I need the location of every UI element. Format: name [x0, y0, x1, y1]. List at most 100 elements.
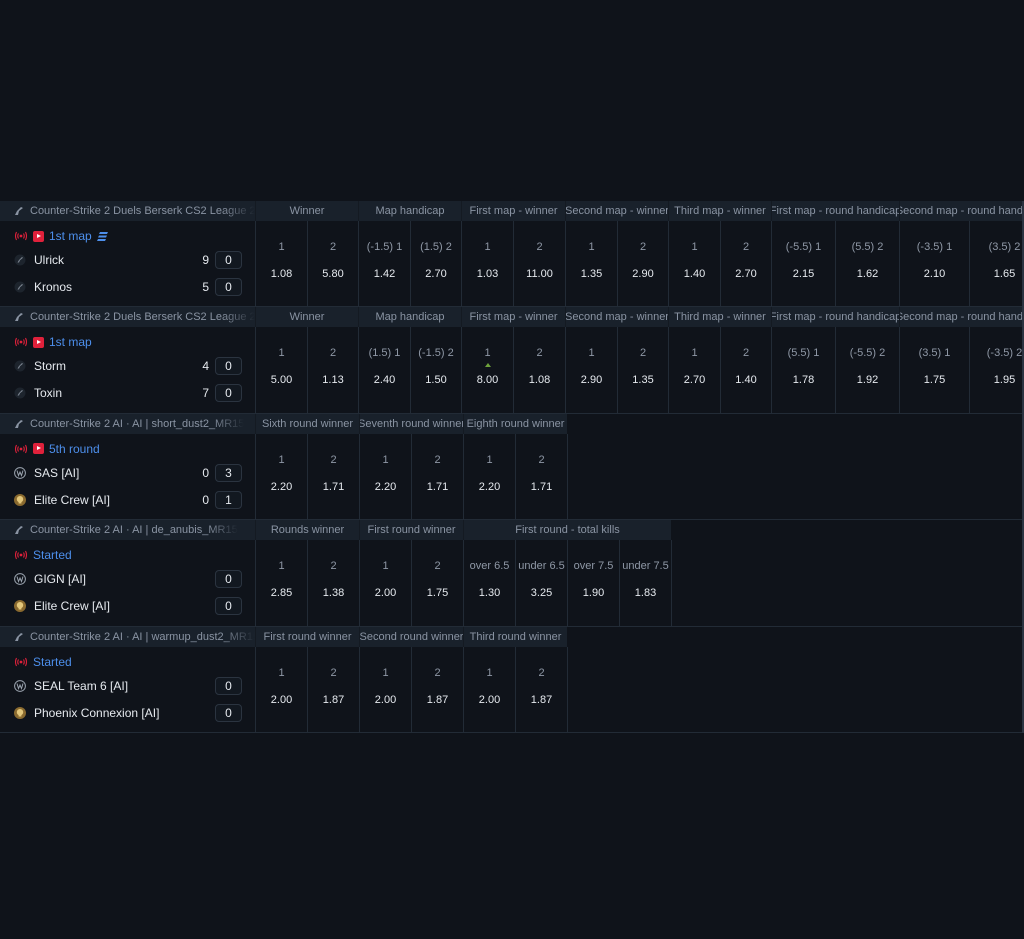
odds-cell[interactable]: 2 1.87	[411, 646, 463, 733]
market-group: Map handicap (1.5) 1 2.40 (-1.5) 2 1.50	[358, 307, 461, 414]
league-header[interactable]: Counter-Strike 2 AI · AI | de_anubis_MR1…	[0, 520, 255, 541]
odds-value: 2.00	[374, 693, 397, 706]
odds-value: 2.00	[270, 693, 293, 706]
odds-cell[interactable]: 1 2.85	[255, 540, 307, 627]
match-status: Started	[14, 655, 72, 669]
odds-value: 1.78	[792, 374, 815, 387]
odds-cell[interactable]: under 6.5 3.25	[515, 540, 567, 627]
market-group: First map - round handicap (-5.5) 1 2.15 (5…	[771, 201, 899, 307]
odds-value: 1.95	[993, 374, 1016, 387]
odds-cell[interactable]: 1 2.00	[359, 540, 411, 627]
odds-cell[interactable]: (3.5) 2 1.65	[969, 221, 1022, 307]
odds-cell[interactable]: 1 2.90	[565, 327, 617, 414]
odds-cell[interactable]: 2 2.70	[720, 221, 771, 307]
odds-cell[interactable]: (5.5) 2 1.62	[835, 221, 899, 307]
odds-cell[interactable]: 1 2.20	[463, 433, 515, 520]
match-info[interactable]: 1st map Ulrick 9 0 Kronos 5 0	[0, 221, 255, 307]
odds-cell[interactable]: (-1.5) 2 1.50	[410, 327, 461, 414]
odds-cell[interactable]: (-3.5) 1 2.10	[899, 221, 969, 307]
team-name: Elite Crew [AI]	[34, 599, 111, 614]
cs2-game-icon	[15, 419, 23, 428]
odds-cell[interactable]: 2 1.40	[720, 327, 771, 414]
match-info[interactable]: Started SEAL Team 6 [AI] 0 Phoenix Connexio…	[0, 647, 255, 733]
odds-cell[interactable]: 1 1.08	[255, 221, 307, 307]
cs2-game-icon	[15, 526, 23, 535]
odds-cell[interactable]: (-5.5) 1 2.15	[771, 221, 835, 307]
odds-cell[interactable]: 2 1.38	[307, 540, 359, 627]
odds-cell[interactable]: over 6.5 1.30	[463, 540, 515, 627]
odds-cell[interactable]: 2 1.71	[515, 433, 567, 520]
skull-logo-icon	[14, 706, 26, 719]
odds-cell[interactable]: (-5.5) 2 1.92	[835, 327, 899, 414]
league-header[interactable]: Counter-Strike 2 Duels Berserk CS2 Leagu…	[0, 201, 255, 221]
odds-cell[interactable]: 2 1.75	[411, 540, 463, 627]
team-row: Elite Crew [AI] 0	[14, 597, 242, 616]
odds-cell[interactable]: (1.5) 2 2.70	[410, 221, 461, 307]
odds-label: 2	[329, 241, 337, 253]
odds-cell[interactable]: 1 2.70	[668, 327, 720, 414]
market-title: Winner	[255, 201, 358, 221]
odds-cell[interactable]: 2 1.71	[411, 433, 463, 520]
team-row: Kronos 5 0	[14, 278, 242, 296]
cs2-game-icon	[15, 313, 23, 322]
odds-label: 2	[434, 453, 441, 466]
team-name: Phoenix Connexion [AI]	[34, 705, 160, 720]
odds-cell[interactable]: 2 1.35	[617, 327, 668, 414]
match-info[interactable]: Started GIGN [AI] 0 Elite Crew [AI] 0	[0, 540, 255, 626]
odds-cell[interactable]: 1 2.20	[359, 433, 411, 520]
odds-value: 1.83	[634, 587, 657, 600]
odds-cell[interactable]: 2 1.13	[307, 327, 358, 414]
odds-cell[interactable]: 1 8.00	[461, 327, 513, 414]
odds-cell[interactable]: 1 1.35	[565, 221, 617, 307]
market-title: Second map - round handicap	[899, 307, 1022, 328]
odds-cell[interactable]: 1 1.03	[461, 221, 513, 307]
odds-cell[interactable]: (5.5) 1 1.78	[771, 327, 835, 414]
team-name: Ulrick	[34, 253, 64, 267]
team-map-score: 5	[202, 280, 209, 294]
odds-value: 2.20	[270, 480, 293, 493]
match-info[interactable]: 1st map Storm 4 0 Toxin 7 0	[0, 327, 255, 413]
odds-cell[interactable]: 1 2.00	[359, 646, 411, 733]
video-play-icon[interactable]	[33, 230, 44, 242]
video-play-icon[interactable]	[33, 443, 44, 455]
odds-cell[interactable]: 1 2.20	[255, 433, 307, 520]
odds-label: 2	[434, 666, 441, 679]
team-name: Toxin	[34, 386, 63, 401]
odds-value: 2.40	[373, 374, 396, 387]
odds-cell[interactable]: 2 11.00	[513, 221, 565, 307]
league-header[interactable]: Counter-Strike 2 AI · AI | warmup_dust2_…	[0, 626, 255, 647]
odds-value: 2.70	[735, 268, 757, 280]
odds-grid-end	[567, 646, 568, 733]
wolf-logo-icon	[14, 573, 26, 586]
market-title: Winner	[255, 307, 358, 328]
odds-cell[interactable]: 2 2.90	[617, 221, 668, 307]
odds-cell[interactable]: over 7.5 1.90	[567, 540, 619, 627]
stream-icon[interactable]	[96, 231, 109, 242]
odds-cell[interactable]: (3.5) 1 1.75	[899, 327, 969, 414]
odds-cell[interactable]: under 7.5 1.83	[619, 540, 671, 627]
odds-cell[interactable]: 2 1.71	[307, 433, 359, 520]
video-play-icon[interactable]	[33, 336, 44, 348]
team-map-score: 9	[202, 253, 209, 267]
odds-label: 2	[538, 453, 545, 466]
odds-cell[interactable]: 2 1.87	[307, 646, 359, 733]
odds-cell[interactable]: 2 5.80	[307, 221, 358, 307]
team-map-score: 0	[202, 465, 209, 480]
odds-label: 2	[330, 560, 337, 573]
odds-cell[interactable]: 1 2.00	[463, 646, 515, 733]
match-info[interactable]: 5th round SAS [AI] 0 3 Elite Crew [AI] 0 1	[0, 434, 255, 520]
team-row: SAS [AI] 0 3	[14, 463, 242, 482]
league-header[interactable]: Counter-Strike 2 AI · AI | short_dust2_M…	[0, 413, 255, 434]
odds-label: 2	[538, 666, 545, 679]
odds-cell[interactable]: 1 2.00	[255, 646, 307, 733]
odds-cell[interactable]: 1 5.00	[255, 327, 307, 414]
odds-value: 1.71	[322, 480, 345, 493]
odds-cell[interactable]: 2 1.08	[513, 327, 565, 414]
odds-cell[interactable]: (1.5) 1 2.40	[358, 327, 410, 414]
odds-cell[interactable]: (-3.5) 2 1.95	[969, 327, 1022, 414]
team-score: 0	[215, 676, 242, 695]
odds-cell[interactable]: 1 1.40	[668, 221, 720, 307]
odds-cell[interactable]: (-1.5) 1 1.42	[358, 221, 410, 307]
odds-cell[interactable]: 2 1.87	[515, 646, 567, 733]
league-header[interactable]: Counter-Strike 2 Duels Berserk CS2 Leagu…	[0, 307, 255, 328]
